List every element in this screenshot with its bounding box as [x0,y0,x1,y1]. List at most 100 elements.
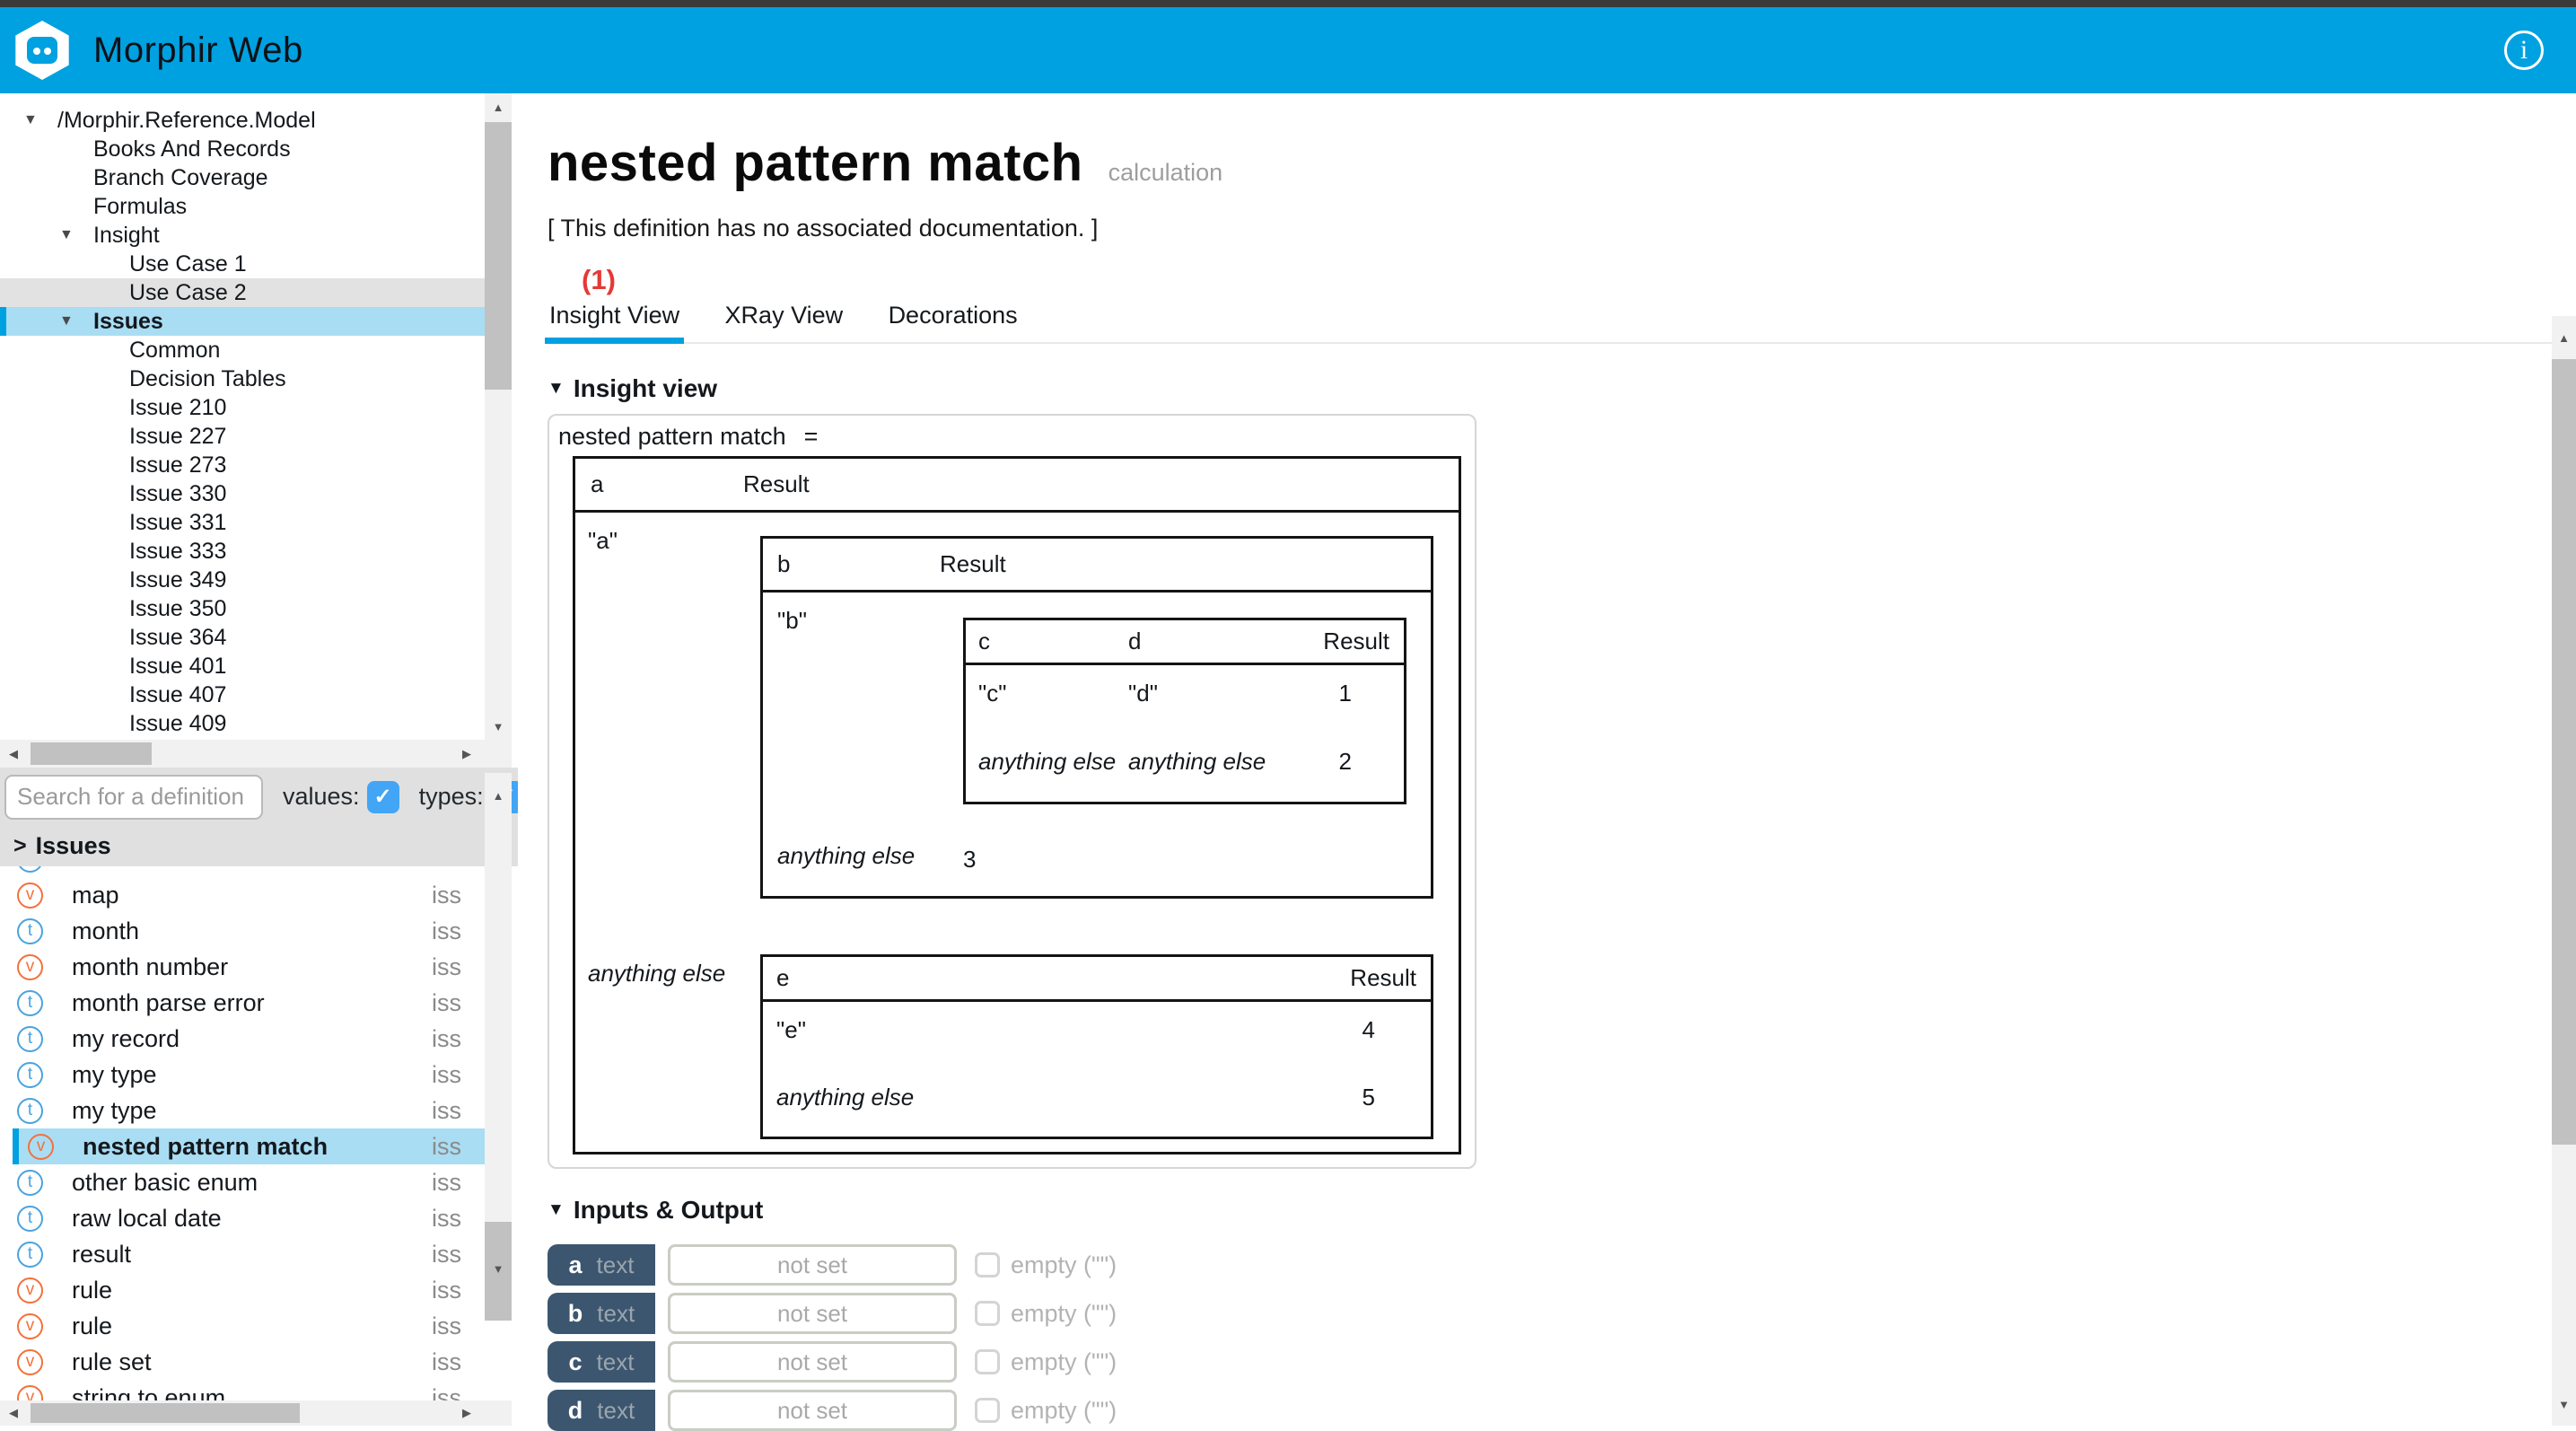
definition-item[interactable]: tother basic enumiss [0,1164,485,1200]
scroll-left-icon[interactable]: ◀ [0,740,27,768]
tree-item[interactable]: Issue 227 [0,422,485,451]
column-header: b [763,550,940,578]
scroll-down-icon[interactable]: ▼ [485,1255,512,1282]
definition-item[interactable]: tmonthiss [0,913,485,949]
definitions-section-header[interactable]: > Issues [0,826,518,866]
definition-tag: iss [432,1277,461,1304]
column-header: Result [940,550,1006,578]
info-icon[interactable]: i [2504,31,2544,70]
search-input[interactable] [4,775,263,820]
scroll-down-icon[interactable]: ▼ [2552,1383,2576,1426]
tree-item[interactable]: Use Case 1 [0,250,485,278]
empty-checkbox[interactable] [975,1398,1000,1423]
tree-item[interactable]: Use Case 2 [0,278,485,307]
scroll-left-icon[interactable]: ◀ [0,1400,27,1426]
scroll-up-icon[interactable]: ▲ [485,782,512,809]
definition-item[interactable]: tmy typeiss [0,1057,485,1093]
tree-item[interactable]: Decision Tables [0,364,485,393]
list-vertical-scrollbar[interactable]: ▲ ▼ [485,773,512,1307]
tree-item-label: Issue 273 [129,452,226,478]
pattern-cell: "d" [1128,680,1299,733]
tree-item[interactable]: ▼/Morphir.Reference.Model [0,106,485,135]
tree-item[interactable]: Issue 331 [0,508,485,537]
definition-item[interactable]: vrule setiss [0,1344,485,1380]
tree-item[interactable]: Issue 349 [0,566,485,594]
definition-label: nested pattern match [83,1133,432,1161]
tab-insight-view[interactable]: Insight View [548,298,681,342]
chevron-down-icon[interactable]: ▼ [23,112,57,128]
tree-horizontal-scrollbar[interactable]: ◀ ▶ [0,740,512,768]
scroll-up-icon[interactable]: ▲ [485,93,512,120]
type-icon: t [17,866,43,873]
main-vscroll-thumb[interactable] [2552,359,2576,1145]
tree-item[interactable]: Issue 401 [0,652,485,680]
parameter-value-input[interactable]: not set [668,1341,957,1383]
tree-item[interactable]: Branch Coverage [0,163,485,192]
definition-tag: iss [432,1133,461,1161]
definition-item[interactable]: tmy recordiss [0,1021,485,1057]
pattern-cell: anything else [1128,748,1299,802]
definition-label: month number [72,953,432,981]
tree-vertical-scrollbar[interactable]: ▲ ▼ [485,93,512,740]
empty-checkbox[interactable] [975,1252,1000,1277]
empty-checkbox[interactable] [975,1301,1000,1326]
tree-hscroll-thumb[interactable] [31,742,152,765]
tree-item[interactable]: Books And Records [0,135,485,163]
definition-item[interactable]: tmy typeiss [0,1093,485,1128]
definition-item[interactable]: traw local dateiss [0,1200,485,1236]
definition-label: rule set [72,1348,432,1376]
chevron-down-icon[interactable]: ▼ [59,313,93,329]
tree-item[interactable]: Issue 273 [0,451,485,479]
chevron-right-icon: > [13,833,27,859]
value-icon: v [17,1349,43,1375]
type-icon: t [17,1206,43,1232]
tab-xray-view[interactable]: XRay View [723,298,846,342]
tree-item[interactable]: Issue 364 [0,623,485,652]
scroll-down-icon[interactable]: ▼ [485,713,512,740]
tree-item[interactable]: Issue 407 [0,680,485,709]
tab-decorations[interactable]: Decorations [887,298,1020,342]
definition-tag: iss [432,1025,461,1053]
definition-item[interactable]: tresultiss [0,1236,485,1272]
scroll-up-icon[interactable]: ▲ [2552,316,2576,359]
triangle-down-icon: ▼ [548,1200,565,1220]
definition-item[interactable]: vstring to enumiss [0,1380,485,1400]
definition-item[interactable]: vmapiss [0,877,485,913]
definition-item[interactable]: vruleiss [0,1308,485,1344]
definition-item[interactable]: vruleiss [0,1272,485,1308]
tree-item-label: Issue 210 [129,395,226,421]
main-vertical-scrollbar[interactable]: ▲ ▼ [2552,316,2576,1426]
tree-item-label: Common [129,338,220,364]
tree-item[interactable]: Issue 333 [0,537,485,566]
tree-item[interactable]: Issue 350 [0,594,485,623]
values-checkbox[interactable]: ✓ [367,781,399,813]
list-hscroll-thumb[interactable] [31,1403,300,1423]
tree-item[interactable]: Issue 409 [0,709,485,738]
definition-item[interactable]: vmonth numberiss [0,949,485,985]
definition-item[interactable]: tmonth parse erroriss [0,985,485,1021]
list-horizontal-scrollbar[interactable]: ◀ ▶ [0,1400,512,1426]
insight-section-header[interactable]: ▼ Insight view [548,374,2552,403]
tree-item-label: Issue 333 [129,539,226,565]
tree-item-label: Issue 349 [129,567,226,593]
parameter-value-input[interactable]: not set [668,1293,957,1334]
tree-item[interactable]: Common [0,336,485,364]
io-section-header[interactable]: ▼ Inputs & Output [548,1196,2552,1225]
type-icon: t [17,1098,43,1124]
scroll-right-icon[interactable]: ▶ [453,1400,480,1426]
tree-vscroll-thumb[interactable] [485,122,512,390]
parameter-value-input[interactable]: not set [668,1244,957,1286]
type-icon: t [17,1062,43,1088]
tree-item[interactable]: Issue 330 [0,479,485,508]
scroll-right-icon[interactable]: ▶ [453,740,480,768]
tree-item-label: Issue 407 [129,682,226,708]
tree-item[interactable]: ▼Issues [0,307,485,336]
definition-item[interactable]: vnested pattern matchiss [13,1128,485,1164]
chevron-down-icon[interactable]: ▼ [59,227,93,243]
parameter-value-input[interactable]: not set [668,1390,957,1431]
tree-item[interactable]: Formulas [0,192,485,221]
tree-item[interactable]: ▼Insight [0,221,485,250]
definition-item[interactable]: t [0,866,485,877]
tree-item[interactable]: Issue 210 [0,393,485,422]
empty-checkbox[interactable] [975,1349,1000,1374]
